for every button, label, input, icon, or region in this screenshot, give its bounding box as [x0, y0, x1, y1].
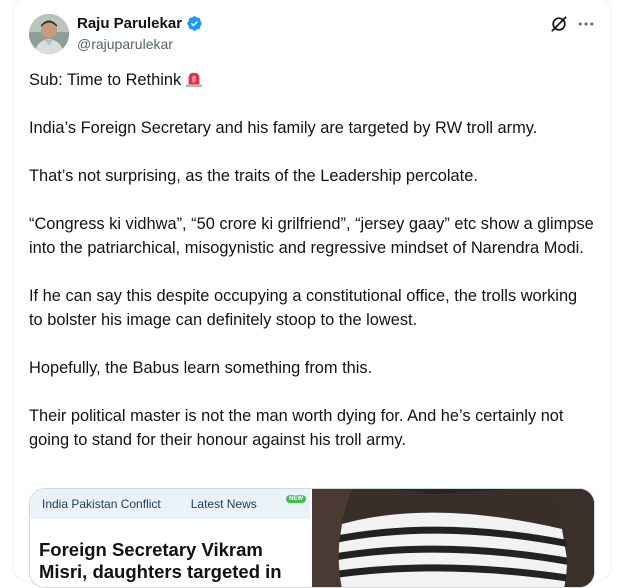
new-badge: NEW [286, 495, 306, 503]
tweet-subject-line: Sub: Time to Rethink [29, 68, 594, 92]
verified-badge-icon [187, 16, 202, 31]
news-headline: Foreign Secretary Vikram Misri, daughter… [39, 539, 282, 582]
tweet-subject: Sub: Time to Rethink [29, 71, 182, 89]
tweet-paragraph: India’s Foreign Secretary and his family… [29, 119, 538, 137]
police-siren-icon [186, 72, 203, 88]
news-screenshot-image[interactable]: India Pakistan Conflict Latest News NEW … [30, 489, 312, 587]
more-options-icon[interactable] [576, 14, 596, 34]
striped-shirt-photo [312, 489, 594, 587]
grok-icon[interactable] [549, 14, 569, 34]
avatar[interactable] [29, 14, 69, 54]
tweet-paragraph: If he can say this despite occupying a c… [29, 287, 578, 329]
tweet-paragraph: Their political master is not the man wo… [29, 407, 564, 449]
tweet-paragraph: “Congress ki vidhwa”, “50 crore ki grilf… [29, 215, 594, 257]
author-handle[interactable]: @rajuparulekar [77, 36, 173, 52]
author-name[interactable]: Raju Parulekar [77, 15, 182, 32]
tweet-paragraph: Hopefully, the Babus learn something fro… [29, 359, 373, 377]
tweet-text: Sub: Time to Rethink India’s Foreign Sec… [29, 68, 594, 476]
media-grid: India Pakistan Conflict Latest News NEW … [29, 488, 595, 588]
news-header-bar: India Pakistan Conflict Latest News NEW [30, 489, 310, 519]
news-tag: Latest News [190, 497, 257, 511]
author-name-row[interactable]: Raju Parulekar [77, 15, 203, 32]
news-tag: India Pakistan Conflict [42, 497, 161, 511]
tweet-paragraph: That’s not surprising, as the traits of … [29, 167, 478, 185]
photo-image[interactable] [312, 489, 594, 587]
